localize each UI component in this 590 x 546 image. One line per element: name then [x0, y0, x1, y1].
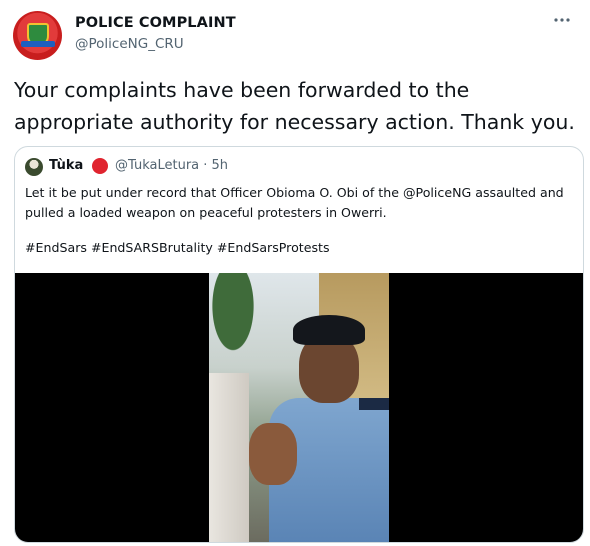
- author-handle[interactable]: @PoliceNG_CRU: [75, 36, 184, 52]
- tweet-text: Your complaints have been forwarded to t…: [14, 78, 575, 134]
- red-circle-emoji-icon: [92, 158, 108, 174]
- more-options-icon[interactable]: [553, 12, 571, 27]
- author-avatar[interactable]: [13, 11, 62, 60]
- quoted-author-name[interactable]: Tùka: [49, 158, 83, 173]
- quoted-tweet[interactable]: Tùka @TukaLetura · 5h Let it be put unde…: [14, 146, 584, 543]
- quoted-author-handle[interactable]: @TukaLetura · 5h: [115, 158, 228, 173]
- quoted-tweet-hashtags[interactable]: #EndSars #EndSARSBrutality #EndSarsProte…: [25, 240, 330, 255]
- author-display-name[interactable]: POLICE COMPLAINT: [75, 15, 236, 31]
- quoted-tweet-video[interactable]: [15, 273, 583, 542]
- quoted-author-avatar[interactable]: [25, 158, 43, 176]
- quoted-tweet-text: Let it be put under record that Officer …: [25, 185, 564, 220]
- video-frame: [209, 273, 389, 542]
